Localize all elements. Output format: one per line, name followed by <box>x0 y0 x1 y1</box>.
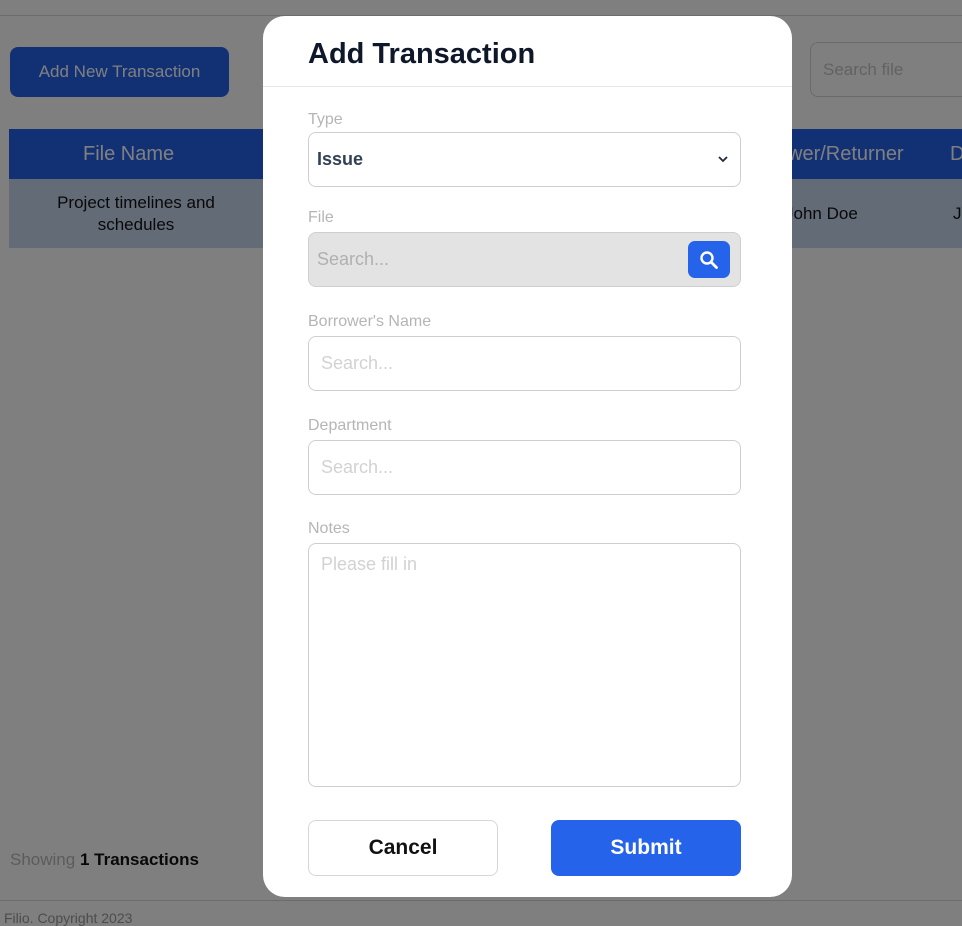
notes-textarea[interactable] <box>308 543 741 787</box>
type-select-value: Issue <box>317 149 364 169</box>
department-input[interactable] <box>308 440 741 495</box>
file-search-placeholder: Search... <box>317 249 390 269</box>
type-label: Type <box>308 111 343 128</box>
submit-button[interactable]: Submit <box>551 820 741 876</box>
department-label: Department <box>308 417 392 434</box>
modal-title: Add Transaction <box>308 38 536 70</box>
type-select[interactable]: Issue <box>308 132 741 187</box>
file-search-field[interactable]: Search... <box>308 232 741 287</box>
notes-label: Notes <box>308 520 350 537</box>
cancel-button[interactable]: Cancel <box>308 820 498 876</box>
search-icon <box>700 250 718 269</box>
borrower-name-input[interactable] <box>308 336 741 391</box>
borrower-name-label: Borrower's Name <box>308 313 432 330</box>
file-search-button[interactable] <box>688 241 730 278</box>
add-transaction-modal: Add Transaction Type Issue File Search..… <box>263 16 792 897</box>
file-label: File <box>308 209 334 226</box>
chevron-down-icon <box>718 156 728 163</box>
modal-divider <box>263 86 792 87</box>
